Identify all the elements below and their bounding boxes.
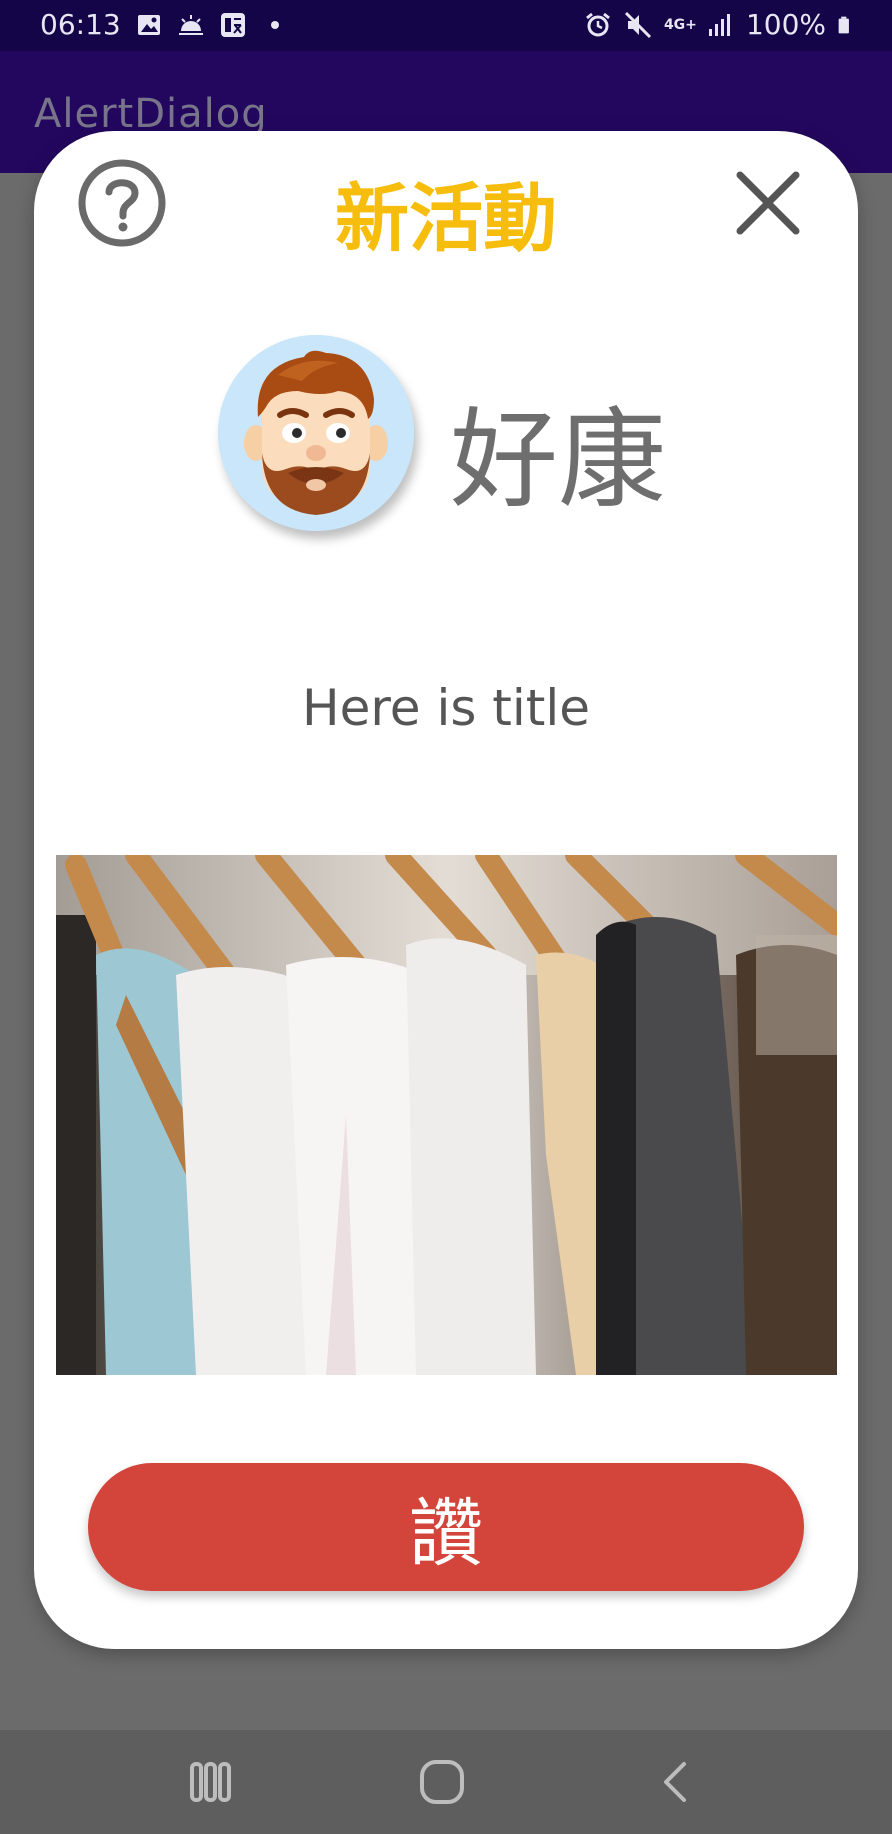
user-name: 好康	[450, 398, 667, 523]
status-right: 4G+ 100%	[584, 8, 856, 41]
alert-dialog: 新活動 好康 Here is title 讚	[34, 131, 858, 1649]
dialog-subtitle: Here is title	[301, 679, 591, 737]
avatar	[218, 335, 414, 531]
battery-icon	[838, 16, 849, 33]
navigation-bar	[0, 1730, 892, 1834]
bearded-man-avatar	[218, 335, 414, 531]
network-4g-icon: 4G+	[663, 16, 697, 33]
weather-icon	[178, 14, 203, 35]
mute-icon	[624, 11, 651, 38]
close-icon[interactable]	[732, 167, 804, 239]
clock: 06:13	[40, 8, 121, 41]
back-icon[interactable]	[646, 1752, 706, 1812]
like-button[interactable]: 讚	[88, 1463, 804, 1591]
status-left: 06:13	[40, 8, 289, 41]
home-icon[interactable]	[412, 1752, 472, 1812]
clothes-on-hangers-photo	[56, 855, 837, 1375]
status-bar: 06:13 4G+ 100%	[0, 0, 892, 51]
battery-percent: 100%	[745, 8, 826, 41]
stock-icon	[220, 12, 245, 37]
image-icon	[137, 14, 160, 35]
photo-illustration	[56, 855, 837, 1375]
signal-icon	[708, 13, 730, 36]
dot-icon	[270, 20, 279, 29]
recent-apps-icon[interactable]	[180, 1752, 240, 1812]
alarm-icon	[586, 12, 610, 36]
